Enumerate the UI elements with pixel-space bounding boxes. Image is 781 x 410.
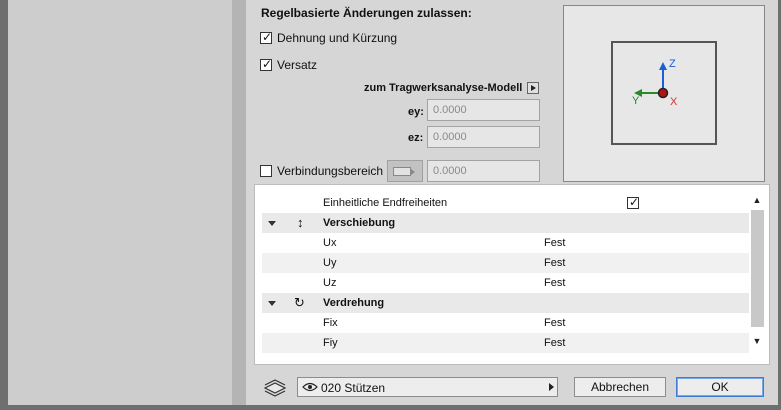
table-row[interactable]: Uy Fest [262,253,749,273]
table-row[interactable]: Fiy Fest [262,333,749,353]
panel-divider [232,0,246,405]
uniform-release-checkbox[interactable] [627,195,639,209]
y-axis-label: Y [632,95,640,107]
layer-selector[interactable]: 020 Stützen [297,377,558,397]
ok-button[interactable]: OK [676,377,764,397]
ey-label: ey: [408,106,424,118]
connection-area-field[interactable]: 0.0000 [427,160,540,182]
rotation-icon: ↻ [294,295,305,310]
ey-field[interactable]: 0.0000 [427,99,540,121]
connection-area-label: Verbindungsbereich [277,164,384,178]
group-label: Verdrehung [323,297,385,309]
ez-label: ez: [408,132,424,144]
chevron-down-icon[interactable] [268,221,276,226]
scroll-thumb[interactable] [751,210,764,327]
updown-arrow-icon: ↕ [297,215,304,230]
eye-icon [302,382,318,392]
row-value: Fest [544,277,566,289]
ez-field[interactable]: 0.0000 [427,126,540,148]
chevron-right-icon [411,169,415,175]
row-name: Uz [323,277,337,289]
chevron-down-icon[interactable] [268,301,276,306]
chevron-right-icon [549,383,554,391]
table-row[interactable]: Einheitliche Endfreiheiten [262,193,749,213]
offset-label: Versatz [277,58,318,72]
scroll-down-icon[interactable]: ▼ [751,336,763,346]
layer-name: 020 Stützen [321,381,386,395]
connection-type-button[interactable] [387,160,423,182]
connection-area-checkbox[interactable] [260,165,272,177]
cancel-button[interactable]: Abbrechen [574,377,666,397]
window-frame-bottom [0,405,781,410]
z-axis-label: Z [669,58,676,70]
row-value: Fest [544,257,566,269]
structural-model-label: zum Tragwerksanalyse-Modell [364,82,523,94]
left-panel [8,0,232,405]
layers-icon[interactable] [263,379,287,397]
row-name: Ux [323,237,337,249]
table-row[interactable]: Fix Fest [262,313,749,333]
offset-checkbox[interactable] [260,57,272,71]
stretch-label: Dehnung und Kürzung [277,31,398,45]
row-name: Uy [323,257,337,269]
section-title: Regelbasierte Änderungen zulassen: [261,6,472,20]
group-row-rotation[interactable]: ↻ Verdrehung [262,293,749,313]
table-row[interactable]: Ux Fest [262,233,749,253]
row-value: Fest [544,337,566,349]
x-axis-label: X [670,96,678,108]
table-row[interactable]: Uz Fest [262,273,749,293]
row-name: Fix [323,317,338,329]
structural-model-arrow-button[interactable] [527,82,539,94]
scroll-up-icon[interactable]: ▲ [751,195,763,205]
row-value: Fest [544,237,566,249]
group-row-displacement[interactable]: ↕ Verschiebung [262,213,749,233]
group-label: Verschiebung [323,217,396,229]
row-name: Fiy [323,337,338,349]
uniform-release-label: Einheitliche Endfreiheiten [323,197,448,209]
window-frame-left [0,0,8,410]
stretch-checkbox[interactable] [260,30,272,44]
row-value: Fest [544,317,566,329]
connection-type-icon [393,167,411,176]
